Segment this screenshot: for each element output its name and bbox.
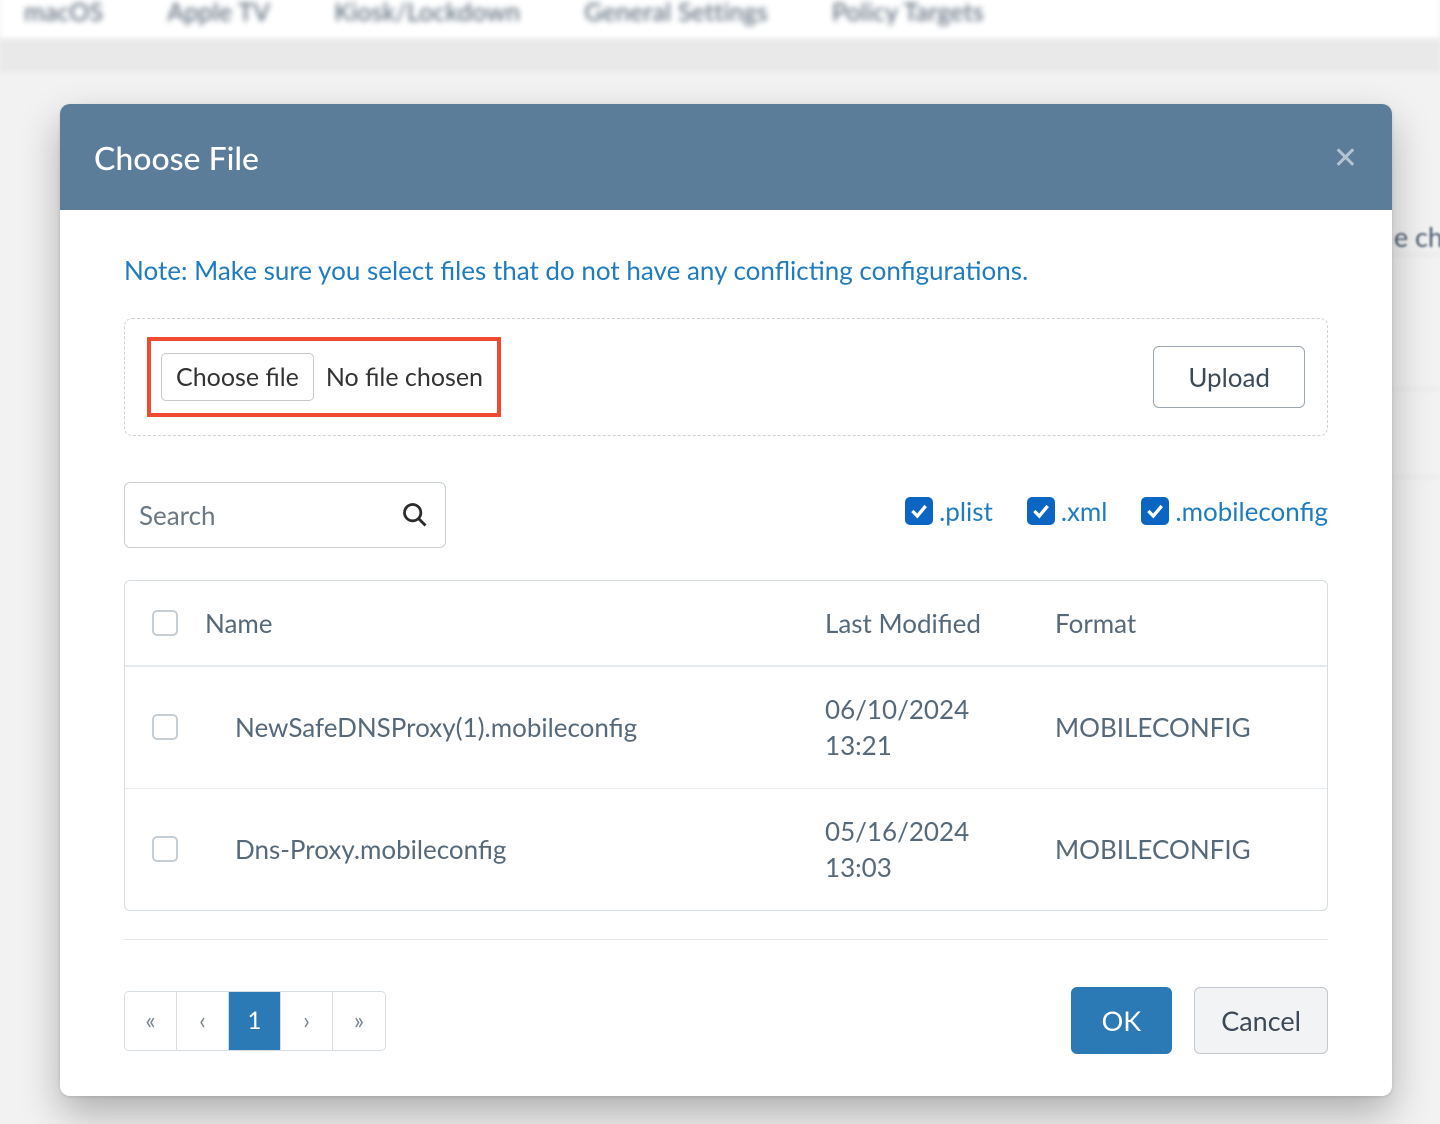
select-all-checkbox[interactable] — [152, 610, 178, 636]
pager-last[interactable]: » — [333, 992, 385, 1050]
choose-file-modal: Choose File ✕ Note: Make sure you select… — [60, 104, 1392, 1096]
footer-divider — [124, 939, 1328, 940]
filter-row: .plist .xml .mobileconfig — [124, 482, 1328, 548]
row-checkbox[interactable] — [152, 714, 178, 740]
modal-footer: « ‹ 1 › » OK Cancel — [124, 987, 1328, 1054]
bg-tab: Kiosk/Lockdown — [334, 0, 520, 27]
table-row[interactable]: Dns-Proxy.mobileconfig 05/16/202413:03 M… — [125, 788, 1327, 910]
cell-name: Dns-Proxy.mobileconfig — [205, 833, 825, 865]
cell-format: MOBILECONFIG — [1055, 833, 1327, 865]
type-filters: .plist .xml .mobileconfig — [905, 495, 1328, 527]
checkbox-checked-icon — [905, 497, 933, 525]
pager-next[interactable]: › — [281, 992, 333, 1050]
file-picker-highlight: Choose file No file chosen — [147, 337, 501, 417]
search-input[interactable] — [125, 483, 445, 547]
checkbox-checked-icon — [1141, 497, 1169, 525]
cell-format: MOBILECONFIG — [1055, 711, 1327, 743]
checkbox-checked-icon — [1027, 497, 1055, 525]
cell-modified: 06/10/202413:21 — [825, 691, 1055, 764]
filter-xml[interactable]: .xml — [1027, 495, 1108, 527]
column-header-name[interactable]: Name — [205, 607, 825, 639]
upload-button[interactable]: Upload — [1153, 346, 1305, 408]
close-icon[interactable]: ✕ — [1333, 142, 1358, 172]
modal-body: Note: Make sure you select files that do… — [60, 210, 1392, 940]
background-cut-text: e chos — [1394, 220, 1440, 253]
cell-name: NewSafeDNSProxy(1).mobileconfig — [205, 711, 825, 743]
background-tabs: macOS Apple TV Kiosk/Lockdown General Se… — [0, 0, 1440, 40]
dialog-actions: OK Cancel — [1071, 987, 1328, 1054]
pager-page-current[interactable]: 1 — [229, 992, 281, 1050]
ok-button[interactable]: OK — [1071, 987, 1173, 1054]
no-file-chosen-label: No file chosen — [326, 362, 483, 392]
column-header-format[interactable]: Format — [1055, 607, 1327, 639]
bg-tab: General Settings — [584, 0, 768, 27]
filter-mobileconfig-label: .mobileconfig — [1175, 495, 1328, 527]
search-box — [124, 482, 446, 548]
modal-header: Choose File ✕ — [60, 104, 1392, 210]
pagination: « ‹ 1 › » — [124, 991, 386, 1051]
background-strip — [0, 40, 1440, 72]
filter-xml-label: .xml — [1061, 495, 1108, 527]
bg-tab: macOS — [24, 0, 103, 27]
upload-dropzone: Choose file No file chosen Upload — [124, 318, 1328, 436]
pager-first[interactable]: « — [125, 992, 177, 1050]
bg-tab: Apple TV — [167, 0, 270, 27]
config-warning-note: Note: Make sure you select files that do… — [124, 254, 1328, 286]
cell-modified: 05/16/202413:03 — [825, 813, 1055, 886]
filter-mobileconfig[interactable]: .mobileconfig — [1141, 495, 1328, 527]
filter-plist[interactable]: .plist — [905, 495, 993, 527]
cancel-button[interactable]: Cancel — [1194, 987, 1328, 1054]
table-row[interactable]: NewSafeDNSProxy(1).mobileconfig 06/10/20… — [125, 666, 1327, 788]
pager-prev[interactable]: ‹ — [177, 992, 229, 1050]
file-table: Name Last Modified Format NewSafeDNSProx… — [124, 580, 1328, 911]
modal-title: Choose File — [94, 138, 259, 177]
bg-tab: Policy Targets — [832, 0, 984, 27]
filter-plist-label: .plist — [939, 495, 993, 527]
choose-file-button[interactable]: Choose file — [161, 353, 314, 401]
search-icon[interactable] — [401, 501, 429, 529]
column-header-modified[interactable]: Last Modified — [825, 607, 1055, 639]
row-checkbox[interactable] — [152, 836, 178, 862]
table-header-row: Name Last Modified Format — [125, 581, 1327, 666]
